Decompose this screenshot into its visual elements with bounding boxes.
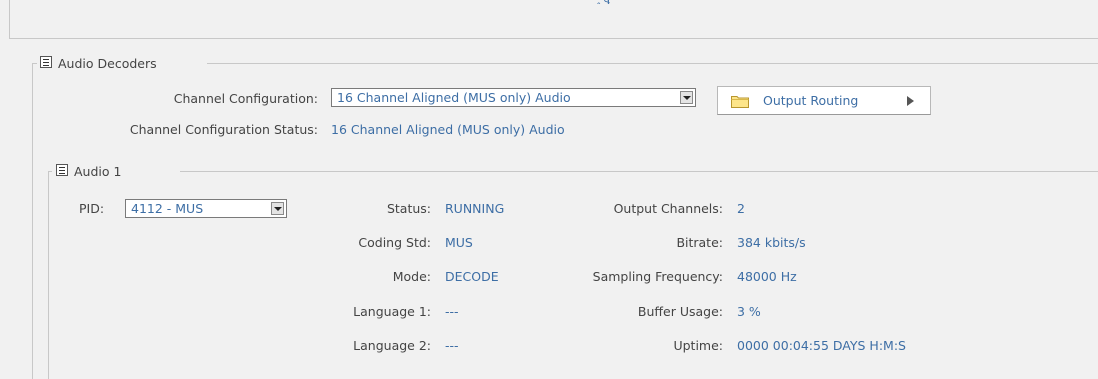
status-label: Status: xyxy=(386,201,431,216)
group-collapse-icon[interactable] xyxy=(56,164,68,176)
language2-label: Language 2: xyxy=(353,338,431,353)
status-value: RUNNING xyxy=(445,201,505,216)
language2-value: --- xyxy=(445,338,459,353)
coding-std-label: Coding Std: xyxy=(358,235,431,250)
channel-config-selected: 16 Channel Aligned (MUS only) Audio xyxy=(337,90,571,105)
pid-selected: 4112 - MUS xyxy=(131,201,204,216)
top-panel-clipped-text: ꞈ ꝗ xyxy=(597,0,657,4)
coding-std-value: MUS xyxy=(445,235,473,250)
bitrate-value: 384 kbits/s xyxy=(737,235,806,250)
uptime-label: Uptime: xyxy=(673,338,723,353)
pid-label: PID: xyxy=(79,201,105,216)
group-collapse-icon[interactable] xyxy=(40,56,52,68)
sampling-frequency-value: 48000 Hz xyxy=(737,269,797,284)
buffer-usage-value: 3 % xyxy=(737,304,761,319)
audio1-legend: Audio 1 xyxy=(74,164,122,179)
audio-decoders-legend: Audio Decoders xyxy=(58,56,157,71)
audio-decoders-frame-top-right xyxy=(207,63,1098,64)
output-routing-button[interactable]: Output Routing xyxy=(717,86,931,115)
channel-config-select[interactable]: 16 Channel Aligned (MUS only) Audio xyxy=(331,88,696,107)
language1-label: Language 1: xyxy=(353,304,431,319)
audio1-frame-left xyxy=(48,171,49,379)
channel-status-value: 16 Channel Aligned (MUS only) Audio xyxy=(331,122,565,137)
audio1-frame-top-right xyxy=(180,171,1098,172)
sampling-frequency-label: Sampling Frequency: xyxy=(592,269,723,284)
output-routing-label: Output Routing xyxy=(763,93,859,108)
buffer-usage-label: Buffer Usage: xyxy=(637,304,723,319)
audio-decoders-frame-left xyxy=(32,63,33,379)
language1-value: --- xyxy=(445,304,459,319)
output-channels-value: 2 xyxy=(737,201,745,216)
pid-select[interactable]: 4112 - MUS xyxy=(125,199,287,218)
folder-icon xyxy=(731,96,749,108)
top-panel: ꞈ ꝗ xyxy=(9,0,1098,39)
mode-value: DECODE xyxy=(445,269,499,284)
channel-config-label: Channel Configuration: xyxy=(173,91,318,106)
chevron-down-icon[interactable] xyxy=(680,91,693,104)
play-arrow-icon xyxy=(907,96,914,106)
channel-status-label: Channel Configuration Status: xyxy=(129,122,318,137)
output-channels-label: Output Channels: xyxy=(613,201,723,216)
bitrate-label: Bitrate: xyxy=(676,235,723,250)
chevron-down-icon[interactable] xyxy=(271,202,284,215)
mode-label: Mode: xyxy=(392,269,431,284)
uptime-value: 0000 00:04:55 DAYS H:M:S xyxy=(737,338,906,353)
